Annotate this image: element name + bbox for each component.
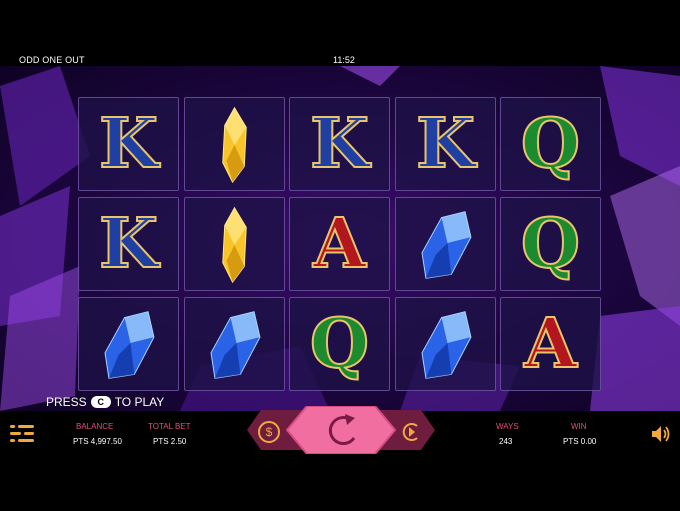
balance-value: PTS 4,997.50 <box>73 437 122 446</box>
reel-cell: A <box>289 197 390 291</box>
reel-cell: K <box>78 97 179 191</box>
ways-label: WAYS <box>496 422 519 431</box>
gold-crystal-icon <box>222 106 247 184</box>
symbol-k: K <box>98 204 159 284</box>
menu-icon[interactable] <box>10 424 34 444</box>
press-to-play-prompt: PRESS C TO PLAY <box>46 395 164 409</box>
symbol-a: A <box>312 204 367 284</box>
win-label: WIN <box>571 422 587 431</box>
reel-grid: KKKQKAQQA <box>78 97 604 392</box>
symbol-k: K <box>309 104 370 184</box>
symbol-q: Q <box>309 304 370 384</box>
symbol-k: K <box>415 104 476 184</box>
blue-crystal-icon <box>421 211 472 279</box>
reel-cell: Q <box>289 297 390 391</box>
spin-button[interactable] <box>285 405 397 455</box>
game-stage: KKKQKAQQA <box>0 66 680 411</box>
reel-cell: Q <box>500 97 601 191</box>
total-bet-label: TOTAL BET <box>148 422 191 431</box>
symbol-a: A <box>523 304 578 384</box>
total-bet-value: PTS 2.50 <box>153 437 187 446</box>
symbol-k: K <box>98 104 159 184</box>
reel-cell: K <box>78 197 179 291</box>
reel-cell <box>395 297 496 391</box>
reel-cell: K <box>289 97 390 191</box>
blue-crystal-icon <box>104 311 155 379</box>
keyboard-key-icon: C <box>90 396 111 408</box>
speaker-icon[interactable] <box>651 425 671 443</box>
reel-cell: K <box>395 97 496 191</box>
reel-cell <box>395 197 496 291</box>
blue-crystal-icon <box>421 311 472 379</box>
balance-label: BALANCE <box>76 422 114 431</box>
blue-crystal-icon <box>210 311 261 379</box>
reel-cell <box>78 297 179 391</box>
ways-value: 243 <box>499 437 513 446</box>
reel-cell <box>184 297 285 391</box>
spin-controls: $ <box>245 405 437 455</box>
win-value: PTS 0.00 <box>563 437 597 446</box>
reel-cell <box>184 197 285 291</box>
reel-cell: Q <box>500 197 601 291</box>
to-play-label: TO PLAY <box>114 395 165 409</box>
reel-cell: A <box>500 297 601 391</box>
press-label: PRESS <box>46 395 87 409</box>
gold-crystal-icon <box>222 206 247 284</box>
symbol-q: Q <box>520 104 581 184</box>
clock: 11:52 <box>333 55 355 65</box>
svg-text:$: $ <box>266 425 273 439</box>
reel-cell <box>184 97 285 191</box>
symbol-q: Q <box>520 204 581 284</box>
game-title: ODD ONE OUT <box>19 55 85 65</box>
